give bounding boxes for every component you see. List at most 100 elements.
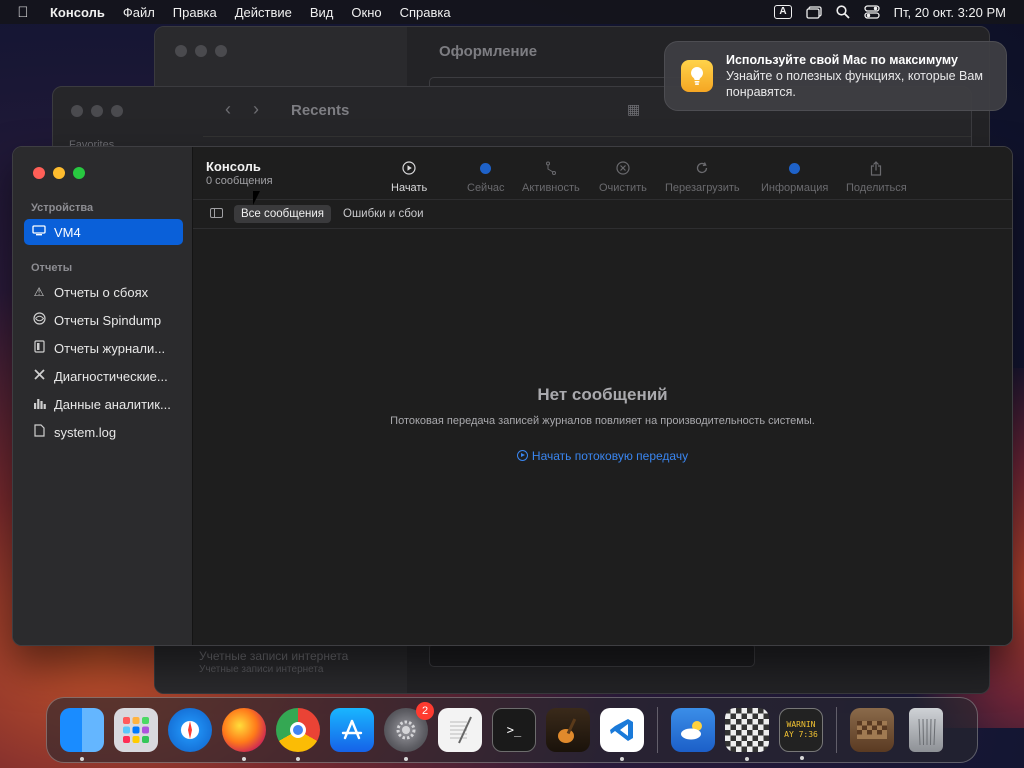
- menu-edit[interactable]: Правка: [164, 5, 226, 20]
- finder-title: Recents: [291, 102, 350, 119]
- grid-view-icon[interactable]: ▦: [627, 101, 640, 118]
- reports-header: Отчеты: [31, 262, 73, 274]
- settings-panel-bottom: [429, 643, 755, 667]
- close-button[interactable]: [33, 167, 45, 179]
- errors-faults-filter[interactable]: Ошибки и сбои: [336, 205, 431, 223]
- activities-button[interactable]: Активность: [522, 159, 580, 194]
- finder-tools: ▦: [627, 101, 640, 118]
- sidebar-item-diagnostics[interactable]: Диагностические...: [24, 363, 183, 389]
- menu-app-console[interactable]: Консоль: [46, 5, 114, 20]
- sidebar-item-system-log[interactable]: system.log: [24, 419, 183, 445]
- console-window[interactable]: Устройства VM4 Отчеты ⚠ Отчеты о сбоях О…: [12, 146, 1013, 646]
- menu-view[interactable]: Вид: [301, 5, 343, 20]
- screen-mirroring-icon[interactable]: [805, 5, 822, 19]
- now-button[interactable]: Сейчас: [467, 159, 505, 194]
- tools-icon: [31, 368, 47, 384]
- chrome-icon[interactable]: [276, 708, 320, 761]
- sidebar-item-label: Отчеты журнали...: [54, 340, 166, 356]
- reload-button-label: Перезагрузить: [665, 182, 740, 194]
- empty-state-subtitle: Потоковая передача записей журналов повл…: [390, 415, 815, 427]
- sidebar-item-label: Данные аналитик...: [54, 396, 171, 412]
- menu-help[interactable]: Справка: [391, 5, 460, 20]
- chevron-right-icon[interactable]: ›: [253, 99, 259, 120]
- notification-body: Узнайте о полезных функциях, которые Вам…: [726, 69, 983, 99]
- finder-nav: ‹ ›: [225, 99, 259, 120]
- mouse-pointer: [253, 191, 260, 205]
- play-circle-icon: [516, 450, 528, 461]
- sidebar-item-spindump-reports[interactable]: Отчеты Spindump: [24, 307, 183, 333]
- start-button-label: Начать: [391, 182, 428, 194]
- play-circle-icon: [402, 159, 416, 177]
- console-main: Консоль 0 сообщения Начать Сейчас Активн…: [193, 147, 1012, 645]
- finder-icon[interactable]: [60, 708, 104, 761]
- console-app-icon[interactable]: WARNIN AY 7:36: [779, 708, 823, 760]
- spotlight-search-icon[interactable]: [836, 5, 850, 19]
- info-icon: [789, 159, 801, 177]
- window-controls: [175, 45, 227, 57]
- lightbulb-icon: [681, 60, 713, 92]
- launchpad-icon[interactable]: [114, 708, 158, 752]
- control-center-icon[interactable]: [863, 5, 880, 19]
- chart-icon: [31, 397, 47, 412]
- console-app-icon-text-2: AY 7:36: [784, 730, 818, 739]
- menu-bar-clock[interactable]: Пт, 20 окт. 3:20 PM: [894, 5, 1006, 20]
- vscode-icon[interactable]: [600, 708, 644, 761]
- info-button[interactable]: Информация: [761, 159, 828, 194]
- menu-file[interactable]: Файл: [114, 5, 164, 20]
- dock-separator: [836, 707, 837, 753]
- safari-icon[interactable]: [168, 708, 212, 752]
- sidebar-item-label: Диагностические...: [54, 368, 168, 384]
- devices-header: Устройства: [31, 202, 94, 214]
- info-button-label: Информация: [761, 182, 829, 194]
- window-title: Консоль: [206, 159, 261, 174]
- weather-icon[interactable]: [671, 708, 715, 752]
- warning-icon: ⚠: [33, 285, 45, 299]
- garageband-icon[interactable]: [546, 708, 590, 752]
- now-icon: [480, 159, 492, 177]
- input-source-icon[interactable]: A: [774, 5, 792, 19]
- sidebar-item-label: Отчеты Spindump: [54, 312, 162, 328]
- menu-window[interactable]: Окно: [342, 5, 390, 20]
- zoom-button[interactable]: [73, 167, 85, 179]
- textedit-icon[interactable]: [438, 708, 482, 752]
- chess-icon[interactable]: [725, 708, 769, 761]
- start-streaming-label: Начать потоковую передачу: [531, 449, 689, 463]
- activities-button-label: Активность: [522, 182, 580, 194]
- sidebar-toggle-icon[interactable]: [210, 208, 223, 218]
- firefox-icon[interactable]: [222, 708, 266, 761]
- terminal-icon[interactable]: >_: [492, 708, 536, 752]
- console-sidebar: Устройства VM4 Отчеты ⚠ Отчеты о сбоях О…: [13, 147, 193, 645]
- chess-board-icon[interactable]: [850, 708, 894, 752]
- apple-logo-icon[interactable]: : [0, 4, 46, 21]
- notification-banner[interactable]: Используйте свой Mac по максимуму Узнайт…: [664, 41, 1007, 111]
- now-button-label: Сейчас: [467, 182, 505, 194]
- menu-action[interactable]: Действие: [226, 5, 301, 20]
- reload-button[interactable]: Перезагрузить: [665, 159, 740, 194]
- trash-icon[interactable]: [909, 708, 943, 752]
- notification-badge: 2: [416, 702, 434, 720]
- start-button[interactable]: Начать: [391, 159, 427, 194]
- sidebar-item-crash-reports[interactable]: ⚠ Отчеты о сбоях: [24, 279, 183, 305]
- settings-title: Оформление: [439, 43, 538, 60]
- filter-bar: Все сообщения Ошибки и сбои: [193, 199, 1012, 229]
- sidebar-item-label: Отчеты о сбоях: [54, 284, 149, 300]
- sidebar-item-vm4[interactable]: VM4: [24, 219, 183, 245]
- activity-icon: [545, 159, 557, 177]
- window-controls: [33, 167, 85, 179]
- sidebar-item-label: VM4: [54, 224, 81, 240]
- sidebar-item-log-reports[interactable]: Отчеты журнали...: [24, 335, 183, 361]
- share-button[interactable]: Поделиться: [846, 159, 907, 194]
- console-app-icon-text-1: WARNIN: [786, 720, 816, 729]
- clear-button[interactable]: Очистить: [599, 159, 647, 194]
- empty-state-title: Нет сообщений: [537, 385, 668, 404]
- system-settings-icon[interactable]: 2: [384, 702, 434, 761]
- spindump-icon: [31, 312, 47, 328]
- all-messages-filter[interactable]: Все сообщения: [234, 205, 331, 223]
- message-count: 0 сообщения: [206, 175, 273, 187]
- minimize-button[interactable]: [53, 167, 65, 179]
- start-streaming-link[interactable]: Начать потоковую передачу: [193, 449, 1012, 463]
- app-store-icon[interactable]: [330, 708, 374, 752]
- sidebar-item-analytics[interactable]: Данные аналитик...: [24, 391, 183, 417]
- chevron-left-icon[interactable]: ‹: [225, 99, 231, 120]
- share-icon: [870, 159, 882, 177]
